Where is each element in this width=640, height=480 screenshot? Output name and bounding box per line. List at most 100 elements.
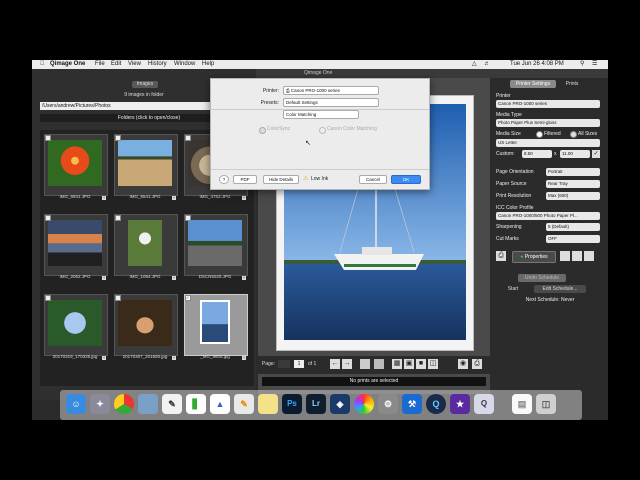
select-checkbox[interactable] [45,295,51,301]
trash-icon[interactable]: ◫ [536,394,556,414]
custom-x-label: x [554,151,557,157]
print-icon[interactable]: ⎙ [472,359,482,369]
media-size-select[interactable]: US Letter [496,139,600,147]
select-checkbox[interactable] [45,135,51,141]
start-button[interactable]: Start [498,285,528,293]
print-resolution-select[interactable]: Max (600) [546,192,600,200]
star-icon[interactable]: ★ [450,394,470,414]
select-checkbox[interactable] [115,295,121,301]
prev-page-icon[interactable] [278,360,290,368]
pdf-button[interactable]: PDF [233,175,257,184]
media-type-select[interactable]: Photo Paper Plus Semi-gloss [496,119,600,127]
document-icon[interactable]: ▤ [512,394,532,414]
printer-select[interactable]: Canon PRO-1000 series [496,100,600,108]
cancel-button[interactable]: Cancel [359,175,387,184]
cut-marks-select[interactable]: OFF [546,235,600,243]
undo-schedule-button[interactable]: Undo Schedule [518,274,566,282]
help-button[interactable]: ? [219,175,229,184]
textedit-icon[interactable]: ✎ [162,394,182,414]
columns-icon[interactable]: ◫ [428,359,438,369]
tab-printer-settings[interactable]: Printer Settings [510,80,556,88]
thumbnail[interactable]: + 20170319_170335.jpg [42,292,108,362]
layout-icon[interactable]: ▣ [404,359,414,369]
filtered-label: Filtered [544,131,561,137]
select-checkbox[interactable] [115,135,121,141]
thumbnail[interactable]: + IMG_6541.JPG [112,132,178,202]
edit-schedule-button[interactable]: Edit Schedule... [534,285,586,293]
images-button[interactable]: Images [132,81,158,88]
export-icon[interactable] [584,251,594,261]
select-checkbox[interactable] [45,215,51,221]
menu-window[interactable]: Window [174,60,195,69]
thumbnail-selected[interactable]: ✓ + _MG_9805.jpg [182,292,248,362]
volume-icon[interactable]: ♬ [484,60,490,69]
photos-icon[interactable] [354,394,374,414]
select-checkbox[interactable]: ✓ [185,295,191,301]
pane-popup[interactable]: Color Matching [283,110,359,119]
finder-icon[interactable]: ☺ [66,394,86,414]
numbers-icon[interactable]: ▋ [186,394,206,414]
photoshop-icon[interactable]: Ps [282,394,302,414]
colorsync-radio[interactable] [259,127,266,134]
chrome-icon[interactable] [114,394,134,414]
page-icon[interactable] [360,359,370,369]
lightroom-icon[interactable]: Lr [306,394,326,414]
save-icon[interactable] [560,251,570,261]
wifi-icon[interactable]: △ [472,60,477,69]
qimage-icon[interactable]: Q [474,394,494,414]
custom-height-input[interactable]: 11.00 [560,150,590,158]
canon-matching-radio[interactable] [319,127,326,134]
stack-icon[interactable] [374,359,384,369]
apple-icon[interactable]:  [40,60,45,69]
capture-icon[interactable]: ◈ [330,394,350,414]
eye-icon[interactable]: ◉ [458,359,468,369]
launchpad-icon[interactable]: ✦ [90,394,110,414]
pages-icon[interactable]: ✎ [234,394,254,414]
ok-button[interactable]: OK [391,175,421,184]
properties-button[interactable]: ● Properties [512,251,556,263]
grid-icon[interactable]: ▦ [392,359,402,369]
tab-prints[interactable]: Prints [558,80,586,88]
menu-history[interactable]: History [148,60,167,69]
presets-popup[interactable]: Default Settings [283,98,379,107]
select-checkbox[interactable] [185,135,191,141]
custom-width-input[interactable]: 8.50 [522,150,552,158]
checkmark-icon[interactable]: ✓ [592,150,600,158]
thumbnail[interactable]: + DSCN5020.JPG [182,212,248,282]
quicktime-icon[interactable]: Q [426,394,446,414]
printer-icon[interactable]: ⎙ [496,251,506,261]
clock[interactable]: Tue Jun 26 4:08 PM [510,60,564,69]
page-number-field[interactable]: 1 [294,360,304,368]
select-checkbox[interactable] [115,215,121,221]
sharpening-select[interactable]: 5 (Default) [546,223,600,231]
right-arrow-icon[interactable]: → [342,359,352,369]
thumbnail[interactable]: + IMG_2062.JPG [42,212,108,282]
notes-icon[interactable] [258,394,278,414]
filtered-radio[interactable] [536,131,543,138]
printer-popup[interactable]: ⎙ Canon PRO-1000 series [283,86,379,95]
paper-source-select[interactable]: Rear Tray [546,180,600,188]
preview-icon[interactable] [138,394,158,414]
icc-profile-select[interactable]: Canon PRO-1000/500 Photo Paper Pl... [496,212,600,220]
folder-icon[interactable] [572,251,582,261]
select-checkbox[interactable] [185,215,191,221]
menu-edit[interactable]: Edit [111,60,121,69]
hide-details-button[interactable]: Hide Details [263,175,299,184]
thumbnail[interactable]: + IMG_6941.JPG [42,132,108,202]
left-arrow-icon[interactable]: ← [330,359,340,369]
fit-icon[interactable]: ■ [416,359,426,369]
menu-app-name[interactable]: Qimage One [50,60,85,69]
search-icon[interactable]: ⚲ [580,60,584,69]
settings-icon[interactable]: ⚙ [378,394,398,414]
thumbnail-filename: IMG_4763.JPG [199,194,231,199]
orientation-select[interactable]: Portrait [546,168,600,176]
menu-file[interactable]: File [95,60,105,69]
xcode-icon[interactable]: ⚒ [402,394,422,414]
menu-list-icon[interactable]: ☰ [592,60,597,69]
all-sizes-radio[interactable] [570,131,577,138]
thumbnail[interactable]: + 20170307_201650.jpg [112,292,178,362]
keynote-icon[interactable]: ▲ [210,394,230,414]
menu-help[interactable]: Help [202,60,214,69]
menu-view[interactable]: View [128,60,141,69]
thumbnail[interactable]: + IMG_1054.JPG [112,212,178,282]
